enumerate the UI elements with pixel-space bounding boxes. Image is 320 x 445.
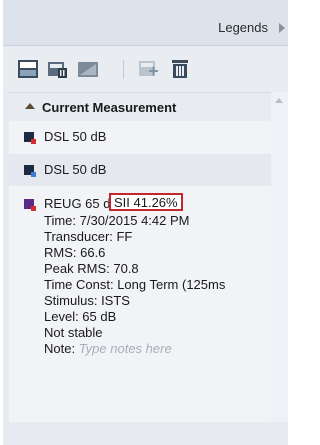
legend-item[interactable]: DSL 50 dB <box>9 154 271 186</box>
detail-peak-rms: Peak RMS: 70.8 <box>44 261 139 276</box>
swatch-dot <box>31 206 36 211</box>
add-note-icon[interactable] <box>138 59 160 79</box>
note-row[interactable]: Note: Type notes here <box>44 341 172 356</box>
curve-swatch-icon <box>24 165 36 177</box>
legend-item-detail[interactable]: REUG 65 dB SII 41.26% Time: 7/30/2015 4:… <box>9 189 271 356</box>
legends-title: Legends <box>218 20 268 35</box>
swatch-dot <box>31 172 36 177</box>
detail-rms: RMS: 66.6 <box>44 245 106 260</box>
note-label: Note: <box>44 341 76 356</box>
curve-swatch-icon <box>24 132 36 144</box>
legend-layout-alt-icon[interactable] <box>77 59 99 79</box>
legend-item-label: DSL 50 dB <box>44 129 107 144</box>
section-title: Current Measurement <box>42 100 177 115</box>
vertical-scrollbar[interactable] <box>271 92 288 422</box>
swatch-dot <box>31 139 36 144</box>
curve-swatch-icon <box>24 199 36 211</box>
legend-list: Current Measurement DSL 50 dB DSL 50 dB <box>9 92 271 422</box>
sii-value: SII 41.26% <box>109 193 183 211</box>
note-input[interactable]: Type notes here <box>79 341 172 356</box>
legend-item[interactable]: DSL 50 dB <box>9 121 271 153</box>
detail-transducer: Transducer: FF <box>44 229 133 244</box>
current-measurement-header[interactable]: Current Measurement <box>9 93 271 121</box>
legends-header[interactable]: Legends <box>3 0 288 46</box>
detail-time-const: Time Const: Long Term (125ms <box>44 277 226 292</box>
legends-toolbar <box>3 47 288 92</box>
trash-icon[interactable] <box>169 59 191 79</box>
collapse-triangle-icon[interactable] <box>25 103 35 109</box>
legend-layout-icon[interactable] <box>17 59 39 79</box>
legends-window: Legends Current Measurement DSL 50 dB DS… <box>0 0 288 445</box>
legend-delete-icon[interactable] <box>47 59 69 79</box>
detail-level: Level: 65 dB <box>44 309 117 324</box>
collapse-arrow-icon[interactable] <box>279 23 285 33</box>
scroll-up-icon[interactable] <box>275 98 283 103</box>
legends-panel: Legends Current Measurement DSL 50 dB DS… <box>3 0 288 445</box>
legend-item-label: DSL 50 dB <box>44 162 107 177</box>
detail-stability: Not stable <box>44 325 103 340</box>
toolbar-separator <box>123 60 124 79</box>
legend-item-label: REUG 65 dB <box>44 196 120 211</box>
detail-time: Time: 7/30/2015 4:42 PM <box>44 213 190 228</box>
detail-stimulus: Stimulus: ISTS <box>44 293 130 308</box>
